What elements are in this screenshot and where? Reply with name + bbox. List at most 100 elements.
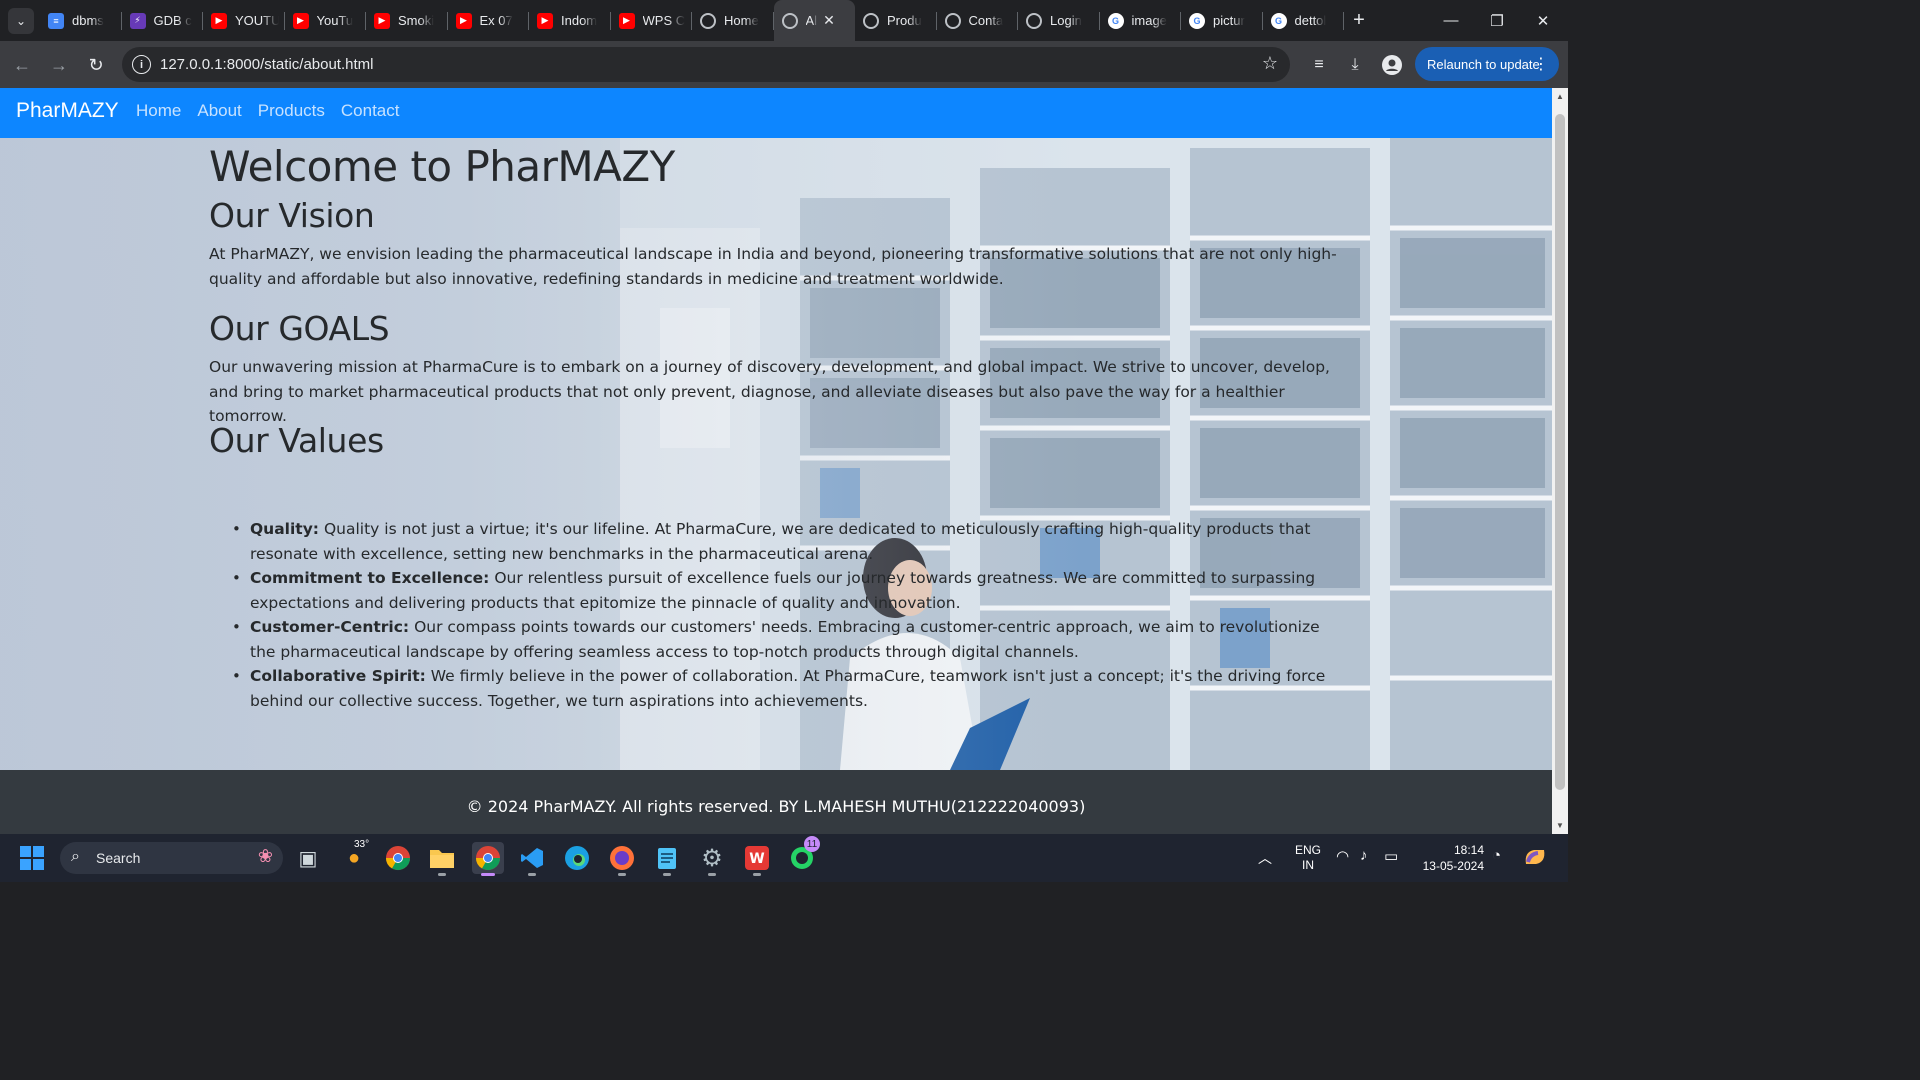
edge-glyph — [565, 846, 589, 870]
notepad-icon[interactable] — [651, 842, 683, 876]
values-heading: Our Values — [209, 421, 384, 460]
lang-top: ENG — [1294, 843, 1321, 857]
value-title: Collaborative Spirit: — [250, 667, 426, 685]
goals-text: Our unwavering mission at PharmaCure is … — [209, 358, 1330, 425]
scroll-down-icon[interactable]: ▼ — [1555, 821, 1565, 830]
wifi-icon[interactable]: ◠ — [1336, 847, 1349, 865]
tab-10[interactable]: Produ — [855, 0, 937, 41]
chrome-icon[interactable] — [382, 842, 414, 874]
tab-1[interactable]: ⚡ GDB c — [122, 0, 204, 41]
language-indicator[interactable]: ENG IN — [1294, 843, 1322, 873]
notification-bell-icon[interactable]: ◔ — [1492, 847, 1501, 864]
tab-5[interactable]: ▶ Ex 07 — [448, 0, 530, 41]
tab-title: Al — [805, 13, 818, 28]
value-title: Quality: — [250, 520, 320, 538]
back-button[interactable]: ← — [8, 51, 36, 79]
address-bar[interactable]: i 127.0.0.1:8000/static/about.html ☆ — [122, 47, 1290, 82]
tab-15[interactable]: Gdettol — [1263, 0, 1345, 41]
restore-icon[interactable]: ❐ — [1474, 0, 1520, 41]
taskbar-search-box[interactable]: ⌕ Search ❀ — [60, 842, 283, 874]
tab-3[interactable]: ▶ YouTu — [285, 0, 367, 41]
tab-7[interactable]: ▶ WPS C — [611, 0, 693, 41]
tab-11[interactable]: Conta — [937, 0, 1019, 41]
profile-icon[interactable] — [1380, 53, 1404, 77]
profile-glyph — [1382, 55, 1402, 75]
nav-link-home[interactable]: Home — [136, 101, 181, 121]
nav-link-products[interactable]: Products — [258, 101, 325, 121]
clock-date: 13-05-2024 — [1422, 859, 1484, 873]
tab-title: Smoki — [398, 13, 435, 28]
tab-6[interactable]: ▶ Indom — [529, 0, 611, 41]
vision-heading: Our Vision — [209, 196, 375, 235]
firefox-glyph — [610, 846, 634, 870]
running-indicator — [618, 873, 626, 876]
bullet: • — [232, 618, 241, 636]
tab-2[interactable]: ▶ YOUTU — [203, 0, 285, 41]
copilot-icon[interactable] — [1522, 844, 1548, 873]
globe-icon — [1026, 12, 1042, 29]
close-window-icon[interactable]: ✕ — [1520, 0, 1566, 41]
list-item: • Customer-Centric: Our compass points to… — [209, 615, 1329, 664]
tray-overflow-chevron-icon[interactable]: ︿ — [1258, 848, 1272, 868]
google-icon: G — [1189, 12, 1205, 29]
download-icon[interactable]: ⤓ — [1343, 53, 1367, 77]
tab-search-button[interactable]: ⌄ — [8, 8, 34, 34]
nav-link-about[interactable]: About — [197, 101, 241, 121]
more-menu-icon[interactable]: ⋮ — [1533, 54, 1549, 74]
google-icon: G — [1107, 12, 1124, 29]
file-explorer-icon[interactable] — [426, 842, 458, 876]
tab-4[interactable]: ▶ Smoki — [366, 0, 448, 41]
url-text: 127.0.0.1:8000/static/about.html — [160, 56, 374, 73]
minimize-icon[interactable]: — — [1428, 0, 1474, 41]
tab-title: Ex 07 — [479, 13, 513, 28]
bullet: • — [232, 569, 241, 587]
tab-14[interactable]: Gpictur — [1181, 0, 1263, 41]
wps-glyph: W — [745, 846, 769, 870]
tab-title: dbms — [72, 13, 104, 28]
tab-title: Produ — [887, 13, 922, 28]
notepad-glyph — [658, 848, 676, 869]
forward-button[interactable]: → — [45, 51, 73, 79]
tab-13[interactable]: Gimage — [1100, 0, 1182, 41]
youtube-icon: ▶ — [537, 12, 553, 29]
chrome-logo — [386, 846, 410, 871]
chrome-active-icon[interactable] — [472, 842, 504, 876]
bookmark-star-icon[interactable]: ☆ — [1262, 53, 1278, 74]
page-scrollbar[interactable]: ▲ ▼ — [1552, 88, 1568, 834]
battery-icon[interactable]: ▭ — [1384, 847, 1398, 865]
firefox-icon[interactable] — [606, 842, 638, 876]
new-tab-button[interactable]: + — [1348, 9, 1370, 31]
volume-icon[interactable]: ♪ — [1360, 847, 1368, 864]
search-icon: ⌕ — [71, 848, 80, 865]
tab-12[interactable]: Login — [1018, 0, 1100, 41]
scrollbar-thumb[interactable] — [1555, 114, 1565, 790]
reload-button[interactable]: ↻ — [82, 51, 110, 79]
vscode-icon[interactable] — [516, 842, 548, 876]
task-view-icon[interactable]: ▣ — [292, 842, 324, 874]
tab-title: Login — [1050, 13, 1082, 28]
wps-office-icon[interactable]: W — [741, 842, 773, 876]
tab-title: YouTu — [316, 13, 354, 28]
vision-text: At PharMAZY, we envision leading the pha… — [209, 245, 1337, 288]
weather-widget[interactable]: ● 33° — [338, 839, 370, 874]
nav-link-contact[interactable]: Contact — [341, 101, 400, 121]
navbar-brand[interactable]: PharMAZY — [16, 99, 119, 123]
whatsapp-badge: 11 — [804, 836, 820, 852]
scroll-up-icon[interactable]: ▲ — [1555, 92, 1565, 101]
site-info-icon[interactable]: i — [132, 55, 151, 74]
relaunch-to-update-button[interactable]: Relaunch to update ⋮ — [1415, 47, 1559, 81]
tab-title: GDB c — [153, 13, 192, 28]
clock-time: 18:14 — [1453, 843, 1484, 857]
close-tab-icon[interactable]: ✕ — [823, 12, 835, 29]
reading-list-icon[interactable]: ≡ — [1307, 53, 1331, 77]
settings-gear-icon[interactable]: ⚙ — [696, 842, 728, 876]
site-footer: © 2024 PharMAZY. All rights reserved. BY… — [0, 770, 1552, 834]
whatsapp-icon[interactable]: 11 — [786, 836, 820, 874]
edge-icon[interactable] — [561, 842, 593, 874]
clock[interactable]: 18:14 13-05-2024 — [1414, 842, 1484, 874]
tab-9[interactable]: Al ✕ — [773, 0, 855, 41]
tab-0[interactable]: ≡ dbms — [40, 0, 122, 41]
start-button[interactable] — [16, 842, 48, 874]
tab-8[interactable]: Home — [692, 0, 774, 41]
browser-toolbar: ← → ↻ i 127.0.0.1:8000/static/about.html… — [0, 41, 1568, 88]
